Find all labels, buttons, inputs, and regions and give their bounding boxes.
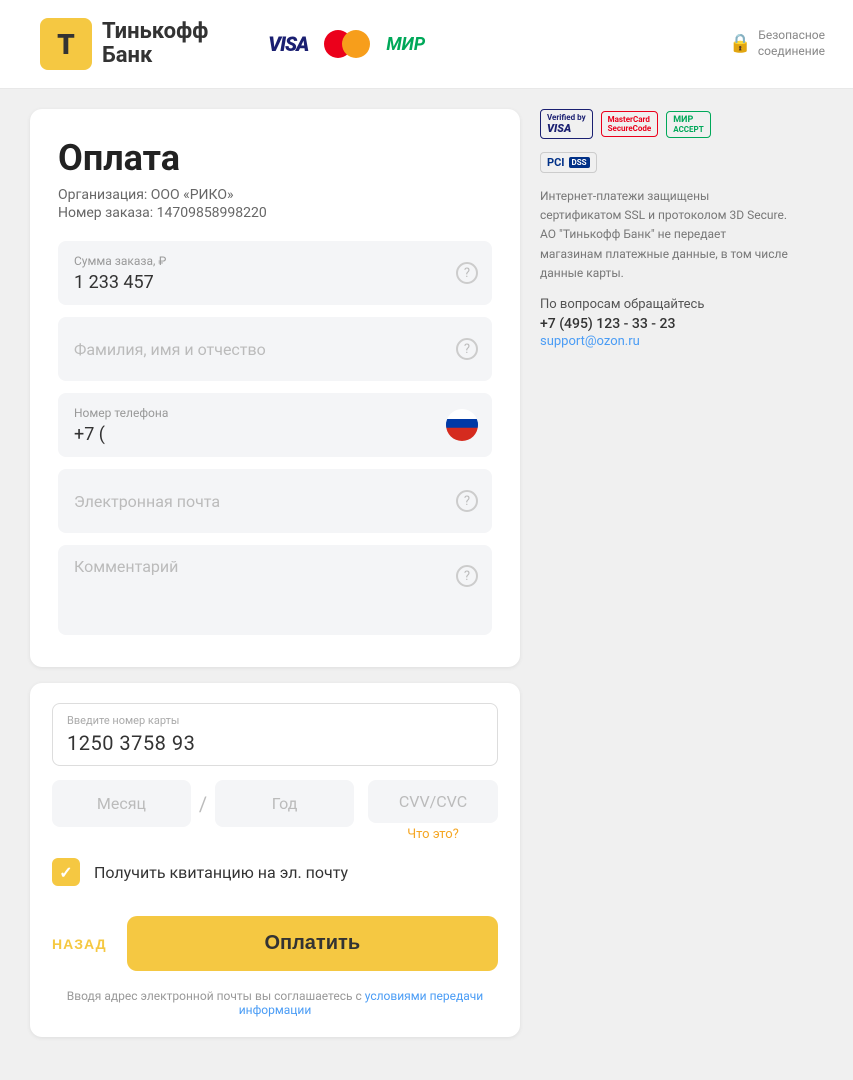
pay-button[interactable]: Оплатить <box>127 916 498 971</box>
mastercard-logo <box>324 30 370 58</box>
form-title-area: Оплата Организация: ООО «РИКО» Номер зак… <box>58 137 267 241</box>
pci-dss-label: DSS <box>569 157 590 168</box>
card-number-label: Введите номер карты <box>67 714 483 727</box>
form-order: Номер заказа: 14709858998220 <box>58 205 267 221</box>
action-row: НАЗАД Оплатить <box>52 902 498 981</box>
month-field[interactable]: Месяц <box>52 780 191 827</box>
comment-hint-icon[interactable]: ? <box>456 565 478 587</box>
year-field[interactable]: Год <box>215 780 354 827</box>
amount-hint-icon[interactable]: ? <box>456 262 478 284</box>
footer-note: Вводя адрес электронной почты вы соглаша… <box>52 981 498 1017</box>
mc-orange-circle <box>342 30 370 58</box>
left-panel: Оплата Организация: ООО «РИКО» Номер зак… <box>30 109 520 1037</box>
receipt-checkbox[interactable]: ✓ <box>52 858 80 886</box>
secure-badge: 🔒 Безопасное соединение <box>729 28 825 59</box>
comment-placeholder: Комментарий <box>74 557 178 576</box>
right-panel: Verified by VISA MasterCard SecureCode М… <box>540 109 790 349</box>
amount-inner: Сумма заказа, ₽ 1 233 457 <box>74 254 476 293</box>
bank-label: Банк <box>102 44 208 68</box>
verified-visa-badge: Verified by VISA <box>540 109 593 139</box>
brand-name: Тинькофф <box>102 20 208 44</box>
main-content: Оплата Организация: ООО «РИКО» Номер зак… <box>0 89 853 1057</box>
fullname-inner: Фамилия, имя и отчество <box>74 340 476 359</box>
svg-text:Т: Т <box>57 28 75 61</box>
cvv-hint[interactable]: Что это? <box>368 827 498 842</box>
visa-logo: VISA <box>268 32 308 56</box>
expiry-section: Месяц / Год <box>52 780 354 827</box>
amount-field-group: Сумма заказа, ₽ 1 233 457 ? <box>58 241 492 305</box>
back-button[interactable]: НАЗАД <box>52 936 107 952</box>
form-title: Оплата <box>58 137 267 179</box>
phone-value: +7 ( <box>74 424 105 445</box>
card-number-wrapper[interactable]: Введите номер карты 1250 3758 93 <box>52 703 498 766</box>
support-phone: +7 (495) 123 - 33 - 23 <box>540 316 790 332</box>
card-number-value: 1250 3758 93 <box>67 731 195 755</box>
fullname-field-group: Фамилия, имя и отчество ? <box>58 317 492 381</box>
form-card: Оплата Организация: ООО «РИКО» Номер зак… <box>30 109 520 667</box>
email-field[interactable]: Электронная почта ? <box>58 469 492 533</box>
secure-text: Безопасное соединение <box>758 28 825 59</box>
card-section: Введите номер карты 1250 3758 93 Месяц /… <box>30 683 520 1037</box>
amount-label: Сумма заказа, ₽ <box>74 254 476 268</box>
lock-icon: 🔒 <box>729 33 751 54</box>
email-placeholder: Электронная почта <box>74 492 220 511</box>
checkmark-icon: ✓ <box>59 863 72 882</box>
comment-inner: Комментарий <box>74 557 476 576</box>
cvv-label: CVV/CVC <box>399 792 467 811</box>
email-hint-icon[interactable]: ? <box>456 490 478 512</box>
pci-badge: PCI DSS <box>540 152 597 173</box>
support-label: По вопросам обращайтесь <box>540 297 790 312</box>
fullname-field[interactable]: Фамилия, имя и отчество ? <box>58 317 492 381</box>
slash-divider: / <box>199 792 207 816</box>
phone-field-group: Номер телефона +7 ( <box>58 393 492 457</box>
header: Т Тинькофф Банк VISA МИР <box>0 0 853 89</box>
fullname-hint-icon[interactable]: ? <box>456 338 478 360</box>
phone-inner: Номер телефона +7 ( <box>74 406 476 445</box>
logo: Т Тинькофф Банк <box>40 18 208 70</box>
email-inner: Электронная почта <box>74 492 476 511</box>
payment-brands: VISA МИР <box>268 30 425 58</box>
amount-value: 1 233 457 <box>74 272 154 293</box>
mc-secure-badge: MasterCard SecureCode <box>601 111 659 137</box>
fullname-placeholder: Фамилия, имя и отчество <box>74 340 266 359</box>
comment-field-group: Комментарий ? <box>58 545 492 635</box>
security-logos: Verified by VISA MasterCard SecureCode М… <box>540 109 790 139</box>
receipt-checkbox-label: Получить квитанцию на эл. почту <box>94 863 348 882</box>
logo-text: Тинькофф Банк <box>102 20 208 68</box>
comment-field[interactable]: Комментарий ? <box>58 545 492 635</box>
tinkoff-logo-icon: Т <box>40 18 92 70</box>
email-field-group: Электронная почта ? <box>58 469 492 533</box>
cvv-area: CVV/CVC Что это? <box>368 780 498 842</box>
phone-label: Номер телефона <box>74 406 476 420</box>
form-header-row: Оплата Организация: ООО «РИКО» Номер зак… <box>58 137 492 241</box>
phone-field[interactable]: Номер телефона +7 ( <box>58 393 492 457</box>
security-description: Интернет-платежи защищены сертификатом S… <box>540 187 790 283</box>
cvv-wrapper[interactable]: CVV/CVC <box>368 780 498 823</box>
mir-logo: МИР <box>386 34 425 55</box>
russia-flag-icon[interactable] <box>446 409 478 441</box>
mir-accept-badge: МИР ACCEPT <box>666 111 710 138</box>
receipt-checkbox-row: ✓ Получить квитанцию на эл. почту <box>52 842 498 902</box>
form-org: Организация: ООО «РИКО» <box>58 187 267 203</box>
support-email[interactable]: support@ozon.ru <box>540 334 790 349</box>
amount-field[interactable]: Сумма заказа, ₽ 1 233 457 ? <box>58 241 492 305</box>
expiry-row: Месяц / Год <box>52 780 354 827</box>
expiry-cvv-row: Месяц / Год CVV/CVC Что это? <box>52 780 498 842</box>
